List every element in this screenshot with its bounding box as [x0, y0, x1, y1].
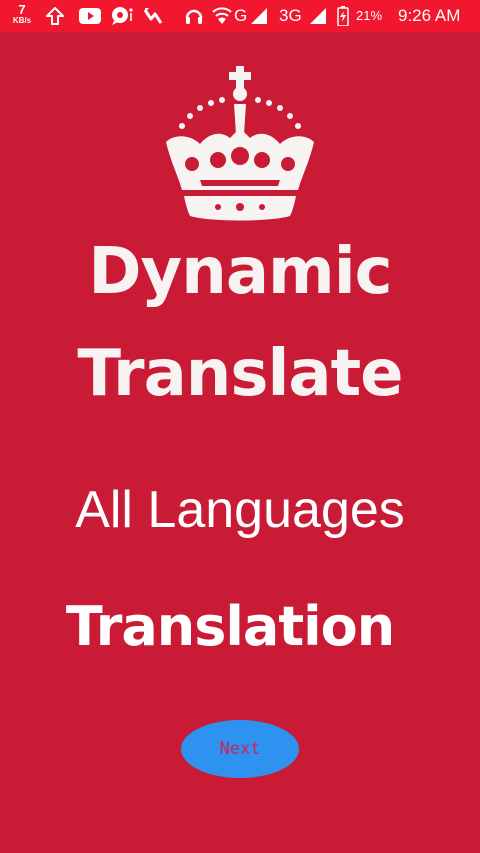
network-type-g: G: [234, 6, 248, 25]
wifi-icon: [211, 6, 233, 26]
tagline: Translation: [65, 595, 395, 658]
app-title-line-1: Dynamic: [88, 235, 392, 309]
status-bar: 7 KB/s G 3G 21% 9:26 AM: [0, 0, 480, 32]
next-button[interactable]: Next: [181, 720, 299, 778]
network-speed-value: 7: [18, 2, 26, 17]
signal-icon: [250, 6, 268, 26]
app-title-line-2: Translate: [77, 337, 403, 411]
network-type-3g: 3G: [279, 6, 302, 25]
messenger-icon: [142, 6, 164, 26]
subtitle: All Languages: [75, 481, 405, 539]
signal-icon-secondary: [309, 6, 327, 26]
upload-arrow-icon: [44, 6, 66, 26]
youtube-icon: [78, 6, 102, 26]
app-screen: 7 KB/s G 3G 21% 9:26 AM Dynamic Translat…: [0, 0, 480, 853]
crown-icon: [160, 64, 320, 232]
chat-icon: [109, 6, 135, 26]
clock: 9:26 AM: [398, 6, 461, 25]
headset-icon: [183, 6, 205, 26]
network-speed-unit: KB/s: [12, 16, 32, 25]
network-speed: 7 KB/s: [9, 3, 35, 25]
battery-icon: [336, 6, 350, 26]
battery-percent: 21%: [356, 8, 383, 23]
